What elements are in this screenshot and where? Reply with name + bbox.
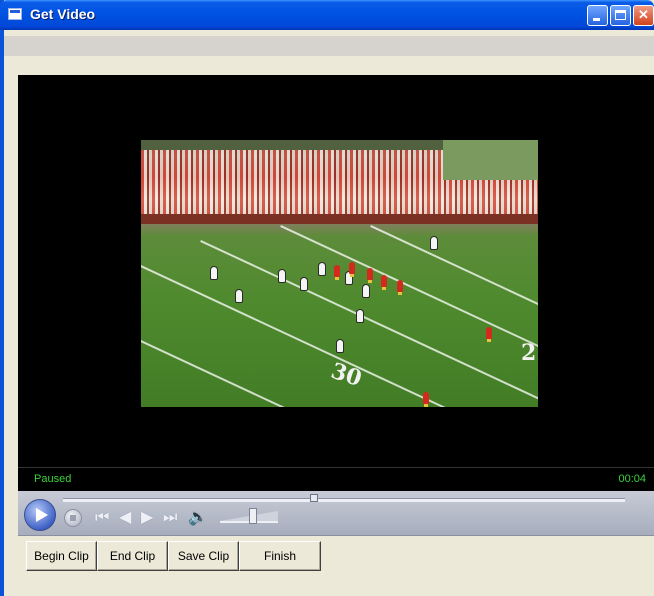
fast-forward-icon[interactable]: ▶ <box>141 508 153 526</box>
player-controls: ⏮ ◀ ▶ ⏭ 🔈 <box>18 491 654 536</box>
player <box>357 310 363 322</box>
player <box>301 278 307 290</box>
video-frame-image: 30 2 <box>141 140 538 407</box>
yard-number: 30 <box>327 357 365 393</box>
seek-thumb[interactable] <box>310 494 318 502</box>
minimize-button[interactable] <box>587 5 608 26</box>
status-bar: Paused 00:04 <box>18 467 654 491</box>
app-icon <box>8 8 22 20</box>
player <box>236 290 242 302</box>
stop-icon[interactable] <box>64 509 82 527</box>
player <box>211 267 217 279</box>
mute-icon[interactable]: 🔈 <box>188 508 208 526</box>
playback-status: Paused <box>34 473 72 485</box>
player <box>486 327 492 339</box>
volume-thumb[interactable] <box>249 508 257 524</box>
end-clip-button[interactable]: End Clip <box>97 541 168 571</box>
save-clip-button[interactable]: Save Clip <box>168 541 239 571</box>
menu-bar <box>4 36 654 56</box>
stadium-wall <box>141 214 538 224</box>
skip-back-icon[interactable]: ⏮ <box>95 508 109 526</box>
player <box>279 270 285 282</box>
video-display[interactable]: 30 2 <box>18 75 654 467</box>
player <box>381 275 387 287</box>
rewind-icon[interactable]: ◀ <box>119 508 131 526</box>
player <box>349 262 355 274</box>
player <box>431 237 437 249</box>
play-icon[interactable] <box>24 499 56 531</box>
player <box>423 392 429 404</box>
maximize-button[interactable] <box>610 5 631 26</box>
yard-line <box>280 225 538 405</box>
title-bar[interactable]: Get Video ✕ <box>0 0 654 30</box>
player <box>363 285 369 297</box>
begin-clip-button[interactable]: Begin Clip <box>26 541 97 571</box>
finish-button[interactable]: Finish <box>239 541 321 571</box>
player <box>334 265 340 277</box>
window-title: Get Video <box>30 6 96 22</box>
yard-line <box>141 265 522 407</box>
close-button[interactable]: ✕ <box>633 5 654 26</box>
player <box>319 263 325 275</box>
skip-forward-icon[interactable]: ⏭ <box>163 508 177 526</box>
player <box>367 268 373 280</box>
playback-time: 00:04 <box>618 473 646 485</box>
player <box>397 280 403 292</box>
seek-bar[interactable] <box>63 498 625 502</box>
yard-number: 2 <box>521 340 537 366</box>
tree-line <box>443 140 538 180</box>
yard-line <box>141 340 323 407</box>
player <box>337 340 343 352</box>
yard-line <box>370 225 538 405</box>
